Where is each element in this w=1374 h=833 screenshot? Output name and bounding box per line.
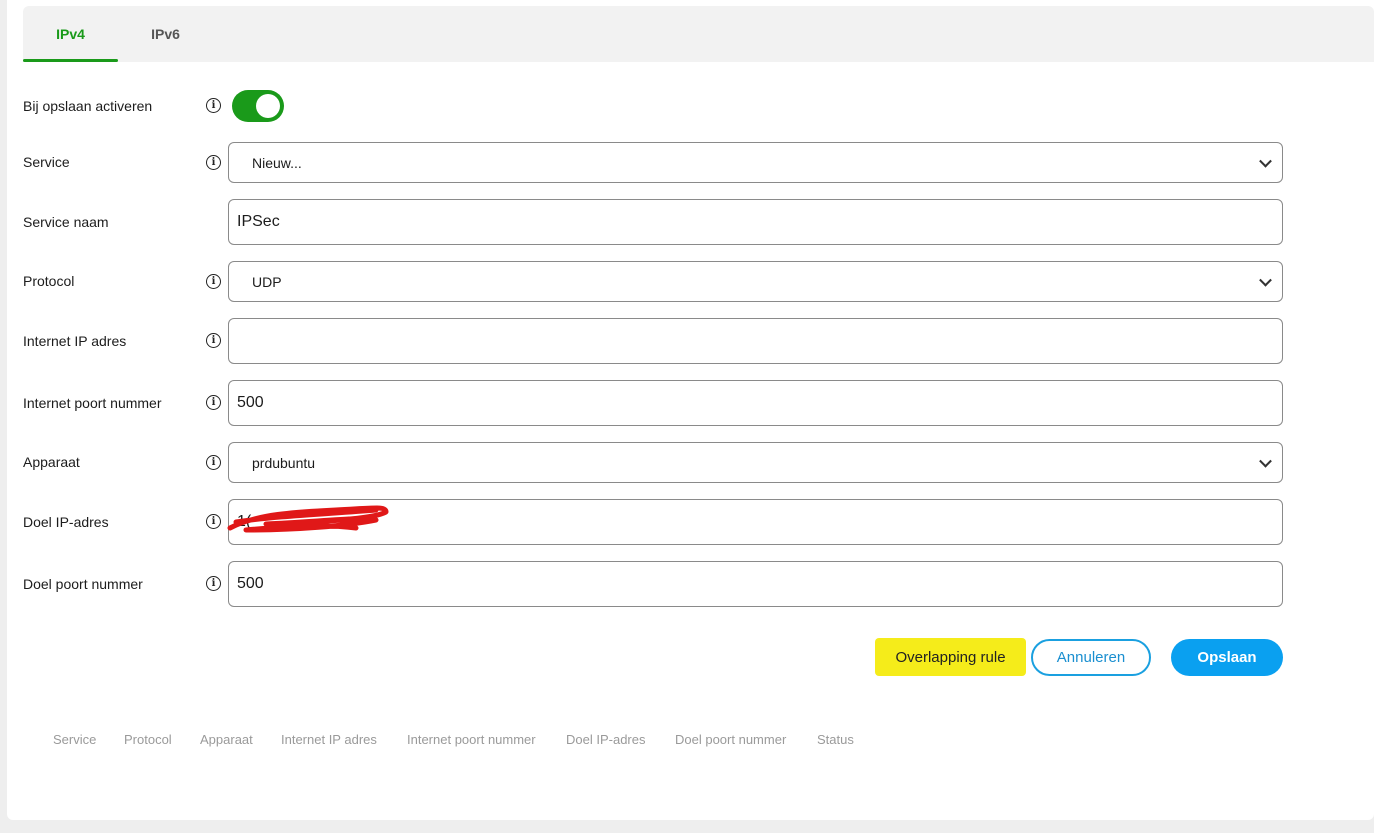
table-header-dest-ip: Doel IP-adres xyxy=(566,732,646,747)
protocol-label: Protocol xyxy=(23,273,75,289)
internet-port-value: 500 xyxy=(237,394,264,411)
info-icon[interactable]: i xyxy=(206,576,221,591)
table-header-internet-ip: Internet IP adres xyxy=(281,732,377,747)
chevron-down-icon xyxy=(1259,273,1272,287)
table-header-protocol: Protocol xyxy=(124,732,172,747)
redaction-scribble xyxy=(227,505,389,533)
service-select-value: Nieuw... xyxy=(252,154,302,171)
toggle-knob xyxy=(256,94,280,118)
info-icon[interactable]: i xyxy=(206,395,221,410)
protocol-select-value: UDP xyxy=(252,273,282,290)
chevron-down-icon xyxy=(1259,454,1272,468)
internet-port-label: Internet poort nummer xyxy=(23,395,162,411)
service-name-value: IPSec xyxy=(237,213,280,230)
chevron-down-icon xyxy=(1259,154,1272,168)
device-select-value: prdubuntu xyxy=(252,454,316,471)
info-icon[interactable]: i xyxy=(206,455,221,470)
info-icon[interactable]: i xyxy=(206,155,221,170)
dest-ip-label: Doel IP-adres xyxy=(23,514,109,530)
table-header-internet-port: Internet poort nummer xyxy=(407,732,536,747)
tab-ipv4[interactable]: IPv4 xyxy=(23,6,118,62)
dest-port-label: Doel poort nummer xyxy=(23,576,143,592)
internet-ip-input[interactable] xyxy=(228,318,1283,364)
overlap-warning: Overlapping rule xyxy=(875,638,1026,676)
device-select[interactable]: prdubuntu xyxy=(228,442,1283,483)
device-label: Apparaat xyxy=(23,454,80,470)
dest-port-value: 500 xyxy=(237,575,264,592)
activate-label: Bij opslaan activeren xyxy=(23,98,153,114)
cancel-button[interactable]: Annuleren xyxy=(1031,639,1151,676)
service-label: Service xyxy=(23,154,70,170)
activate-toggle[interactable] xyxy=(232,90,284,122)
info-icon[interactable]: i xyxy=(206,333,221,348)
table-header-service: Service xyxy=(53,732,97,747)
dest-port-input[interactable]: 500 xyxy=(228,561,1283,607)
table-header-dest-port: Doel poort nummer xyxy=(675,732,787,747)
tab-ipv6[interactable]: IPv6 xyxy=(118,6,213,62)
internet-ip-label: Internet IP adres xyxy=(23,333,127,349)
info-icon[interactable]: i xyxy=(206,274,221,289)
info-icon[interactable]: i xyxy=(206,514,221,529)
table-header-device: Apparaat xyxy=(200,732,253,747)
protocol-select[interactable]: UDP xyxy=(228,261,1283,302)
internet-port-input[interactable]: 500 xyxy=(228,380,1283,426)
info-icon[interactable]: i xyxy=(206,98,221,113)
table-header-status: Status xyxy=(817,732,854,747)
service-select[interactable]: Nieuw... xyxy=(228,142,1283,183)
save-button[interactable]: Opslaan xyxy=(1171,639,1283,676)
service-name-input[interactable]: IPSec xyxy=(228,199,1283,245)
tab-bar: IPv4 IPv6 xyxy=(23,6,1374,62)
service-name-label: Service naam xyxy=(23,214,109,230)
